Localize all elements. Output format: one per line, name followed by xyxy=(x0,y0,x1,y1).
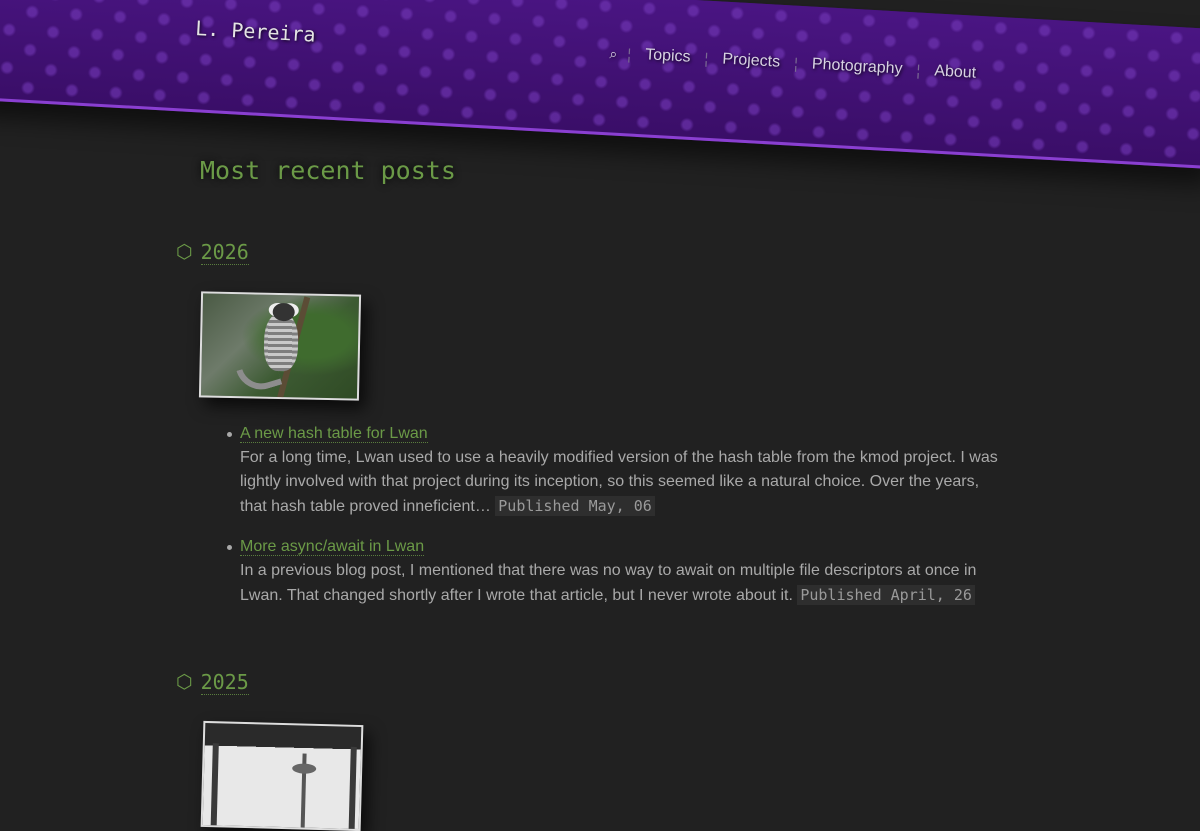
post-item: A new hash table for Lwan For a long tim… xyxy=(227,422,1010,519)
nav-about[interactable]: About xyxy=(920,62,991,84)
year-heading-2025: ⬡ 2025 xyxy=(176,670,249,695)
post-thumbnail-marmoset[interactable] xyxy=(198,291,362,401)
post-date: Published April, 26 xyxy=(797,585,975,605)
frame-post xyxy=(210,743,219,831)
post-title-link[interactable]: A new hash table for Lwan xyxy=(240,425,428,443)
search-icon[interactable]: ⌕ xyxy=(605,44,628,62)
hexagon-icon: ⬡ xyxy=(176,242,193,263)
post-list-2026: A new hash table for Lwan For a long tim… xyxy=(227,422,1010,624)
year-link[interactable]: 2025 xyxy=(200,670,249,695)
tower-top xyxy=(292,763,317,774)
post-title-link[interactable]: More async/await in Lwan xyxy=(240,538,425,556)
post-date: Published May, 06 xyxy=(495,496,655,516)
post-item: More async/await in Lwan In a previous b… xyxy=(227,535,1010,608)
page-title: Most recent posts xyxy=(200,156,456,185)
marmoset-tail xyxy=(236,359,283,396)
year-heading-2026: ⬡ 2026 xyxy=(176,240,249,265)
post-thumbnail-space-needle[interactable] xyxy=(200,720,364,831)
hexagon-icon: ⬡ xyxy=(176,672,193,693)
frame-post xyxy=(348,746,357,831)
year-link[interactable]: 2026 xyxy=(200,240,249,265)
